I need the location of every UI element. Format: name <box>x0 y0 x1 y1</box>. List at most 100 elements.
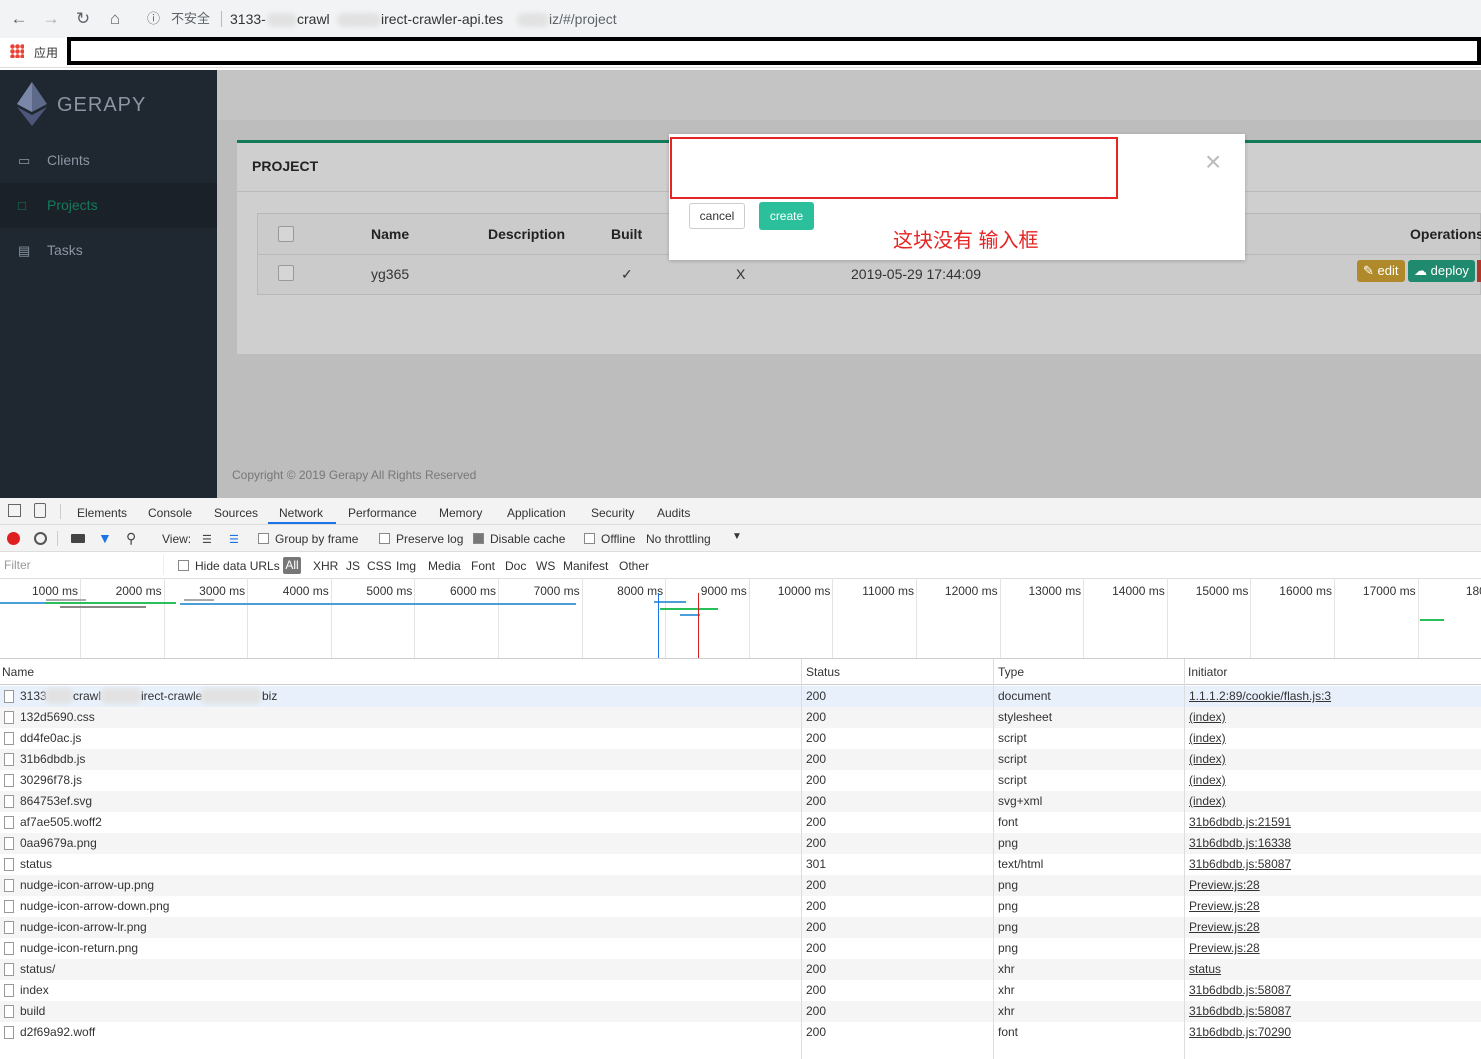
request-initiator-link[interactable]: Preview.js:28 <box>1189 938 1260 959</box>
request-initiator-link[interactable]: status <box>1189 959 1221 980</box>
info-icon[interactable]: ⓘ <box>147 4 160 34</box>
request-initiator-link[interactable]: 31b6dbdb.js:70290 <box>1189 1022 1291 1043</box>
address-bar[interactable]: ⓘ 不安全 3133- crawl irect-crawler-api.tes … <box>137 4 1477 34</box>
request-row[interactable]: status/200 xhr status <box>0 959 1481 980</box>
request-row[interactable]: index 200 xhr 31b6dbdb.js:58087 <box>0 980 1481 1001</box>
request-initiator-link[interactable]: (index) <box>1189 749 1226 770</box>
hide-data-urls-checkbox[interactable] <box>178 560 189 571</box>
sidebar-item-projects[interactable]: □ Projects <box>0 183 217 228</box>
request-row[interactable]: 3133 crawl irect-crawle biz 200 document 1.1.1… <box>0 686 1481 707</box>
tab-application[interactable]: Application <box>507 506 566 520</box>
tab-memory[interactable]: Memory <box>439 506 482 520</box>
request-initiator-link[interactable]: (index) <box>1189 791 1226 812</box>
request-name-part: irect-crawle <box>141 689 203 703</box>
large-rows-icon[interactable]: ☰ <box>202 533 212 546</box>
column-header-status[interactable]: Status <box>806 665 840 679</box>
chevron-down-icon[interactable]: ▼ <box>732 531 742 542</box>
redaction <box>44 688 74 704</box>
tab-network[interactable]: Network <box>279 506 323 520</box>
waterfall-icon[interactable]: ☰ <box>229 533 239 546</box>
filter-type-font[interactable]: Font <box>471 559 495 573</box>
throttling-select[interactable]: No throttling <box>646 532 711 546</box>
request-row[interactable]: af7ae505.woff2 200 font 31b6dbdb.js:21591 <box>0 812 1481 833</box>
request-row[interactable]: 864753ef.svg 200 svg+xml (index) <box>0 791 1481 812</box>
tab-audits[interactable]: Audits <box>657 506 690 520</box>
filter-icon[interactable]: ▼ <box>98 530 112 546</box>
request-initiator-link[interactable]: 1.1.1.2:89/cookie/flash.js:3 <box>1189 686 1331 707</box>
request-initiator-link[interactable]: (index) <box>1189 728 1226 749</box>
request-initiator-link[interactable]: 31b6dbdb.js:58087 <box>1189 980 1291 1001</box>
filter-type-img[interactable]: Img <box>396 559 416 573</box>
apps-label[interactable]: 应用 <box>34 44 58 61</box>
clear-icon[interactable] <box>34 532 47 545</box>
tab-performance[interactable]: Performance <box>348 506 417 520</box>
column-header-type[interactable]: Type <box>998 665 1024 679</box>
screenshot-icon[interactable] <box>71 534 85 543</box>
requests-header: Name Status Type Initiator <box>0 659 1481 685</box>
timeline-gridline <box>414 578 416 658</box>
edit-button[interactable]: ✎ edit <box>1357 260 1405 282</box>
device-toolbar-icon[interactable] <box>34 503 46 518</box>
filter-type-js[interactable]: JS <box>346 559 360 573</box>
forward-icon[interactable]: → <box>40 8 62 30</box>
request-initiator-link[interactable]: Preview.js:28 <box>1189 875 1260 896</box>
request-initiator-link[interactable]: 31b6dbdb.js:58087 <box>1189 854 1291 875</box>
filter-type-manifest[interactable]: Manifest <box>563 559 608 573</box>
filter-type-doc[interactable]: Doc <box>505 559 526 573</box>
close-icon[interactable]: × <box>1205 148 1221 176</box>
delete-button[interactable] <box>1477 260 1481 282</box>
request-row[interactable]: nudge-icon-arrow-lr.png 200 png Preview.js:… <box>0 917 1481 938</box>
filter-input[interactable]: Filter <box>0 555 164 575</box>
request-row[interactable]: 0aa9679a.png 200 png 31b6dbdb.js:16338 <box>0 833 1481 854</box>
home-icon[interactable]: ⌂ <box>104 8 126 30</box>
filter-type-other[interactable]: Other <box>619 559 649 573</box>
request-initiator-link[interactable]: Preview.js:28 <box>1189 896 1260 917</box>
cancel-button[interactable]: cancel <box>689 203 745 229</box>
select-all-checkbox[interactable] <box>278 226 294 242</box>
request-row[interactable]: 132d5690.css 200 stylesheet (index) <box>0 707 1481 728</box>
preserve-log-checkbox[interactable] <box>379 533 390 544</box>
tab-security[interactable]: Security <box>591 506 634 520</box>
group-by-frame-checkbox[interactable] <box>258 533 269 544</box>
annotation-highlight-box <box>670 137 1118 199</box>
apps-icon[interactable] <box>10 44 24 58</box>
filter-type-css[interactable]: CSS <box>367 559 392 573</box>
sidebar-item-clients[interactable]: ▭ Clients <box>0 138 217 183</box>
column-header-initiator[interactable]: Initiator <box>1188 665 1227 679</box>
request-row[interactable]: nudge-icon-arrow-up.png 200 png Preview.js:… <box>0 875 1481 896</box>
search-icon[interactable]: ⚲ <box>126 530 136 547</box>
row-checkbox[interactable] <box>278 265 294 281</box>
request-row[interactable]: nudge-icon-arrow-down.png 200 png Preview.j… <box>0 896 1481 917</box>
filter-type-ws[interactable]: WS <box>536 559 555 573</box>
offline-checkbox[interactable] <box>584 533 595 544</box>
reload-icon[interactable]: ↻ <box>72 8 94 30</box>
inspect-element-icon[interactable] <box>8 504 21 517</box>
request-row[interactable]: build 200 xhr 31b6dbdb.js:58087 <box>0 1001 1481 1022</box>
column-header-name[interactable]: Name <box>2 665 34 679</box>
request-row[interactable]: status 301 text/html 31b6dbdb.js:58087 <box>0 854 1481 875</box>
request-initiator-link[interactable]: 31b6dbdb.js:16338 <box>1189 833 1291 854</box>
tab-console[interactable]: Console <box>148 506 192 520</box>
request-row[interactable]: 31b6dbdb.js 200 script (index) <box>0 749 1481 770</box>
request-row[interactable]: nudge-icon-return.png 200 png Preview.js:28 <box>0 938 1481 959</box>
request-initiator-link[interactable]: 31b6dbdb.js:58087 <box>1189 1001 1291 1022</box>
deploy-button[interactable]: ☁ deploy <box>1408 260 1475 282</box>
request-row[interactable]: d2f69a92.woff 200 font 31b6dbdb.js:70290 <box>0 1022 1481 1043</box>
request-initiator-link[interactable]: (index) <box>1189 707 1226 728</box>
create-button[interactable]: create <box>759 202 814 230</box>
filter-type-all[interactable]: All <box>283 557 301 574</box>
back-icon[interactable]: ← <box>8 8 30 30</box>
request-initiator-link[interactable]: 31b6dbdb.js:21591 <box>1189 812 1291 833</box>
request-row[interactable]: 30296f78.js 200 script (index) <box>0 770 1481 791</box>
filter-type-media[interactable]: Media <box>428 559 461 573</box>
tab-sources[interactable]: Sources <box>214 506 258 520</box>
disable-cache-checkbox[interactable] <box>473 533 484 544</box>
request-status: 200 <box>806 878 827 892</box>
request-row[interactable]: dd4fe0ac.js 200 script (index) <box>0 728 1481 749</box>
request-initiator-link[interactable]: Preview.js:28 <box>1189 917 1260 938</box>
filter-type-xhr[interactable]: XHR <box>313 559 338 573</box>
sidebar-item-tasks[interactable]: ▤ Tasks <box>0 228 217 273</box>
request-initiator-link[interactable]: (index) <box>1189 770 1226 791</box>
tab-elements[interactable]: Elements <box>77 506 127 520</box>
record-icon[interactable] <box>7 532 20 545</box>
